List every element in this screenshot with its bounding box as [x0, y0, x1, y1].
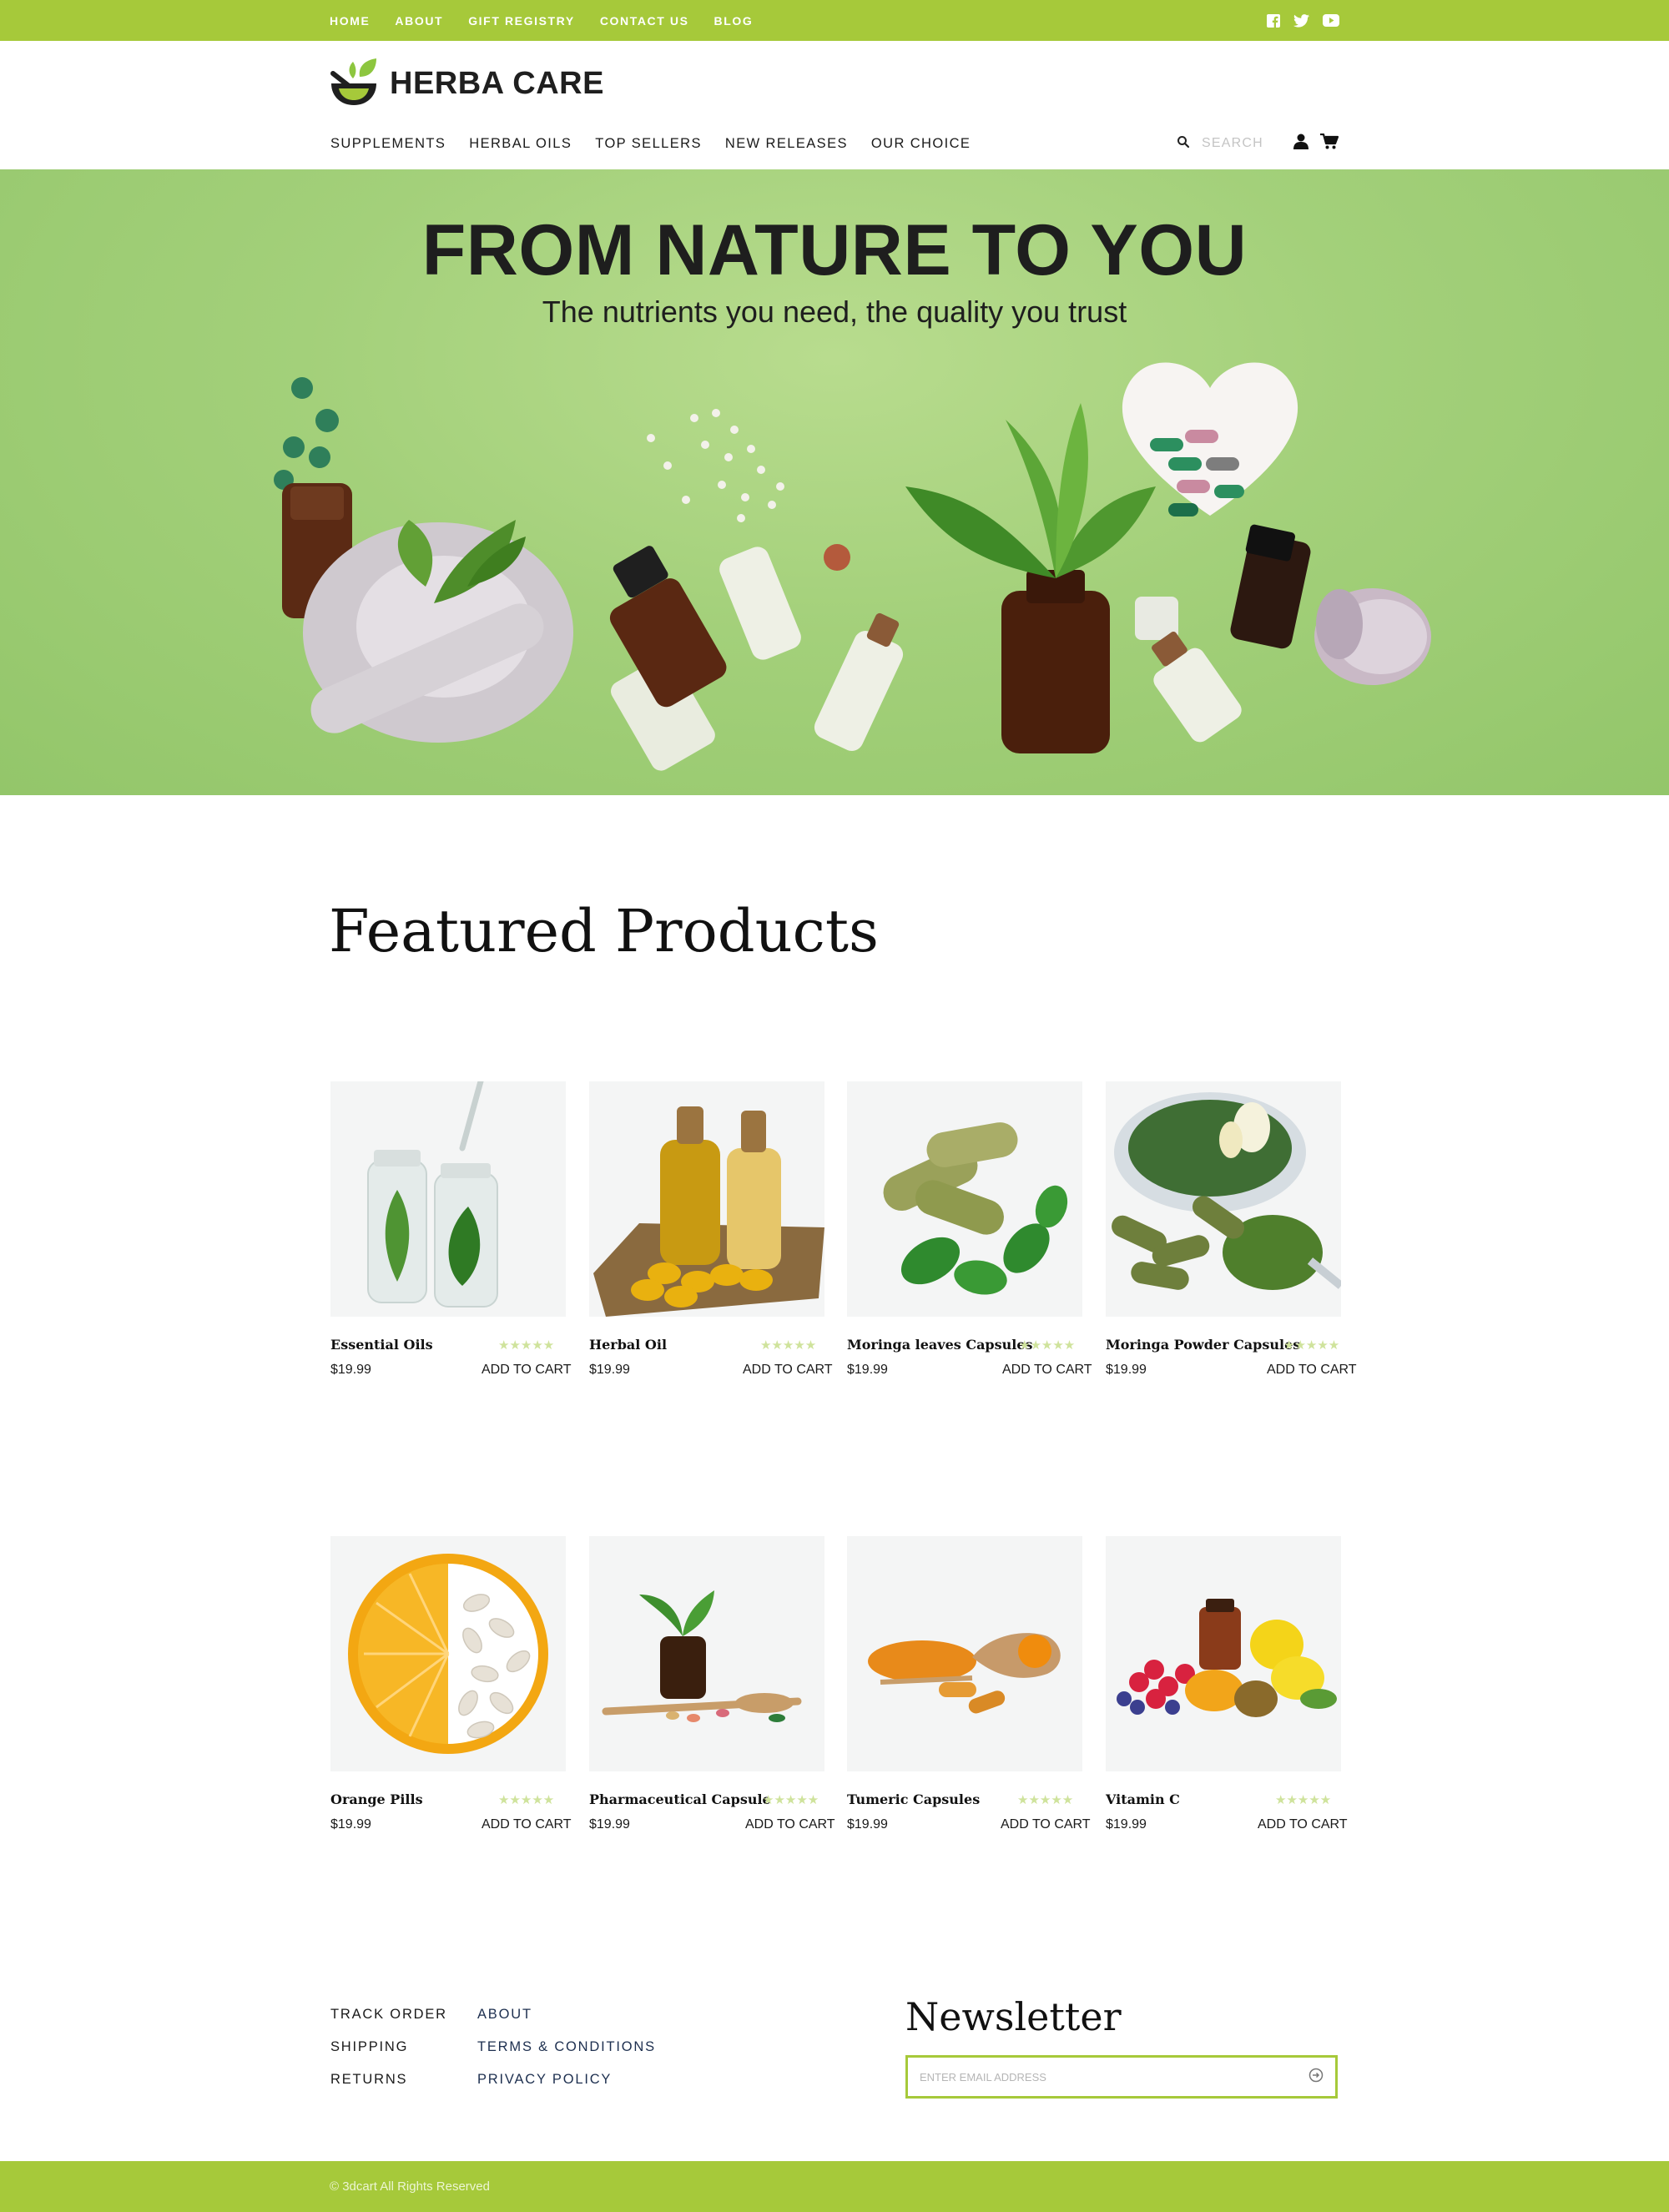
add-to-cart-button[interactable]: ADD TO CART [1267, 1363, 1357, 1378]
product-image-orange-pills[interactable] [330, 1536, 566, 1771]
product-card[interactable]: Moringa leaves Capsules ★★★★★ $19.99 ADD… [847, 1081, 1092, 1377]
product-name[interactable]: Moringa leaves Capsules [847, 1337, 1033, 1353]
rating-stars: ★★★★★ [1275, 1793, 1332, 1807]
top-nav: HOME ABOUT GIFT REGISTRY CONTACT US BLOG [330, 0, 753, 41]
top-link-home[interactable]: HOME [330, 14, 370, 28]
rating-stars: ★★★★★ [760, 1338, 817, 1353]
product-image-essential-oils[interactable] [330, 1081, 566, 1317]
rating-stars: ★★★★★ [498, 1338, 555, 1353]
newsletter-title: Newsletter [905, 1994, 1122, 2039]
nav-top-sellers[interactable]: TOP SELLERS [595, 136, 702, 152]
top-link-contact-us[interactable]: CONTACT US [600, 14, 689, 28]
top-link-gift-registry[interactable]: GIFT REGISTRY [468, 14, 575, 28]
rating-stars: ★★★★★ [498, 1793, 555, 1807]
mortar-pestle-icon [328, 55, 380, 113]
product-name[interactable]: Vitamin C [1106, 1791, 1180, 1807]
add-to-cart-button[interactable]: ADD TO CART [743, 1363, 833, 1378]
product-image-pharmaceutical-capsule[interactable] [589, 1536, 824, 1771]
user-icon[interactable] [1293, 134, 1308, 154]
logo-text: HERBA CARE [390, 66, 604, 101]
footer-links-left: TRACK ORDER SHIPPING RETURNS [330, 2007, 447, 2088]
product-name[interactable]: Pharmaceutical Capsule [589, 1791, 771, 1807]
rating-stars: ★★★★★ [1283, 1338, 1340, 1353]
product-card[interactable]: Tumeric Capsules ★★★★★ $19.99 ADD TO CAR… [847, 1536, 1091, 1832]
product-card[interactable]: Vitamin C ★★★★★ $19.99 ADD TO CART [1106, 1536, 1348, 1832]
footer-link-shipping[interactable]: SHIPPING [330, 2039, 447, 2055]
product-image-tumeric-capsules[interactable] [847, 1536, 1082, 1771]
rating-stars: ★★★★★ [1019, 1338, 1076, 1353]
arrow-right-circle-icon[interactable] [1308, 2068, 1324, 2087]
product-price: $19.99 [1106, 1363, 1147, 1377]
top-bar: HOME ABOUT GIFT REGISTRY CONTACT US BLOG [0, 0, 1669, 41]
newsletter-email-input[interactable] [920, 2070, 1308, 2084]
add-to-cart-button[interactable]: ADD TO CART [745, 1817, 835, 1832]
twitter-icon[interactable] [1293, 13, 1309, 28]
product-image-herbal-oil[interactable] [589, 1081, 824, 1317]
footer-link-privacy[interactable]: PRIVACY POLICY [477, 2072, 656, 2088]
product-card[interactable]: Pharmaceutical Capsule ★★★★★ $19.99 ADD … [589, 1536, 835, 1832]
search [1177, 135, 1268, 153]
footer-link-terms[interactable]: TERMS & CONDITIONS [477, 2039, 656, 2055]
search-input[interactable] [1202, 136, 1268, 151]
youtube-icon[interactable] [1323, 14, 1339, 27]
footer-links-right: ABOUT TERMS & CONDITIONS PRIVACY POLICY [477, 2007, 656, 2088]
product-price: $19.99 [589, 1817, 630, 1832]
rating-stars: ★★★★★ [763, 1793, 819, 1807]
add-to-cart-button[interactable]: ADD TO CART [482, 1363, 572, 1378]
product-price: $19.99 [847, 1363, 888, 1377]
bottom-bar: © 3dcart All Rights Reserved [0, 2161, 1669, 2212]
product-card[interactable]: Moringa Powder Capsules ★★★★★ $19.99 ADD… [1106, 1081, 1357, 1377]
search-icon[interactable] [1177, 135, 1190, 153]
add-to-cart-button[interactable]: ADD TO CART [1002, 1363, 1092, 1378]
facebook-icon[interactable] [1267, 13, 1280, 28]
product-name[interactable]: Moringa Powder Capsules [1106, 1337, 1300, 1353]
product-price: $19.99 [589, 1363, 630, 1377]
product-name[interactable]: Essential Oils [330, 1337, 433, 1353]
top-link-about[interactable]: ABOUT [395, 14, 443, 28]
product-image-vitamin-c[interactable] [1106, 1536, 1341, 1771]
footer-link-returns[interactable]: RETURNS [330, 2072, 447, 2088]
top-link-blog[interactable]: BLOG [714, 14, 754, 28]
add-to-cart-button[interactable]: ADD TO CART [1001, 1817, 1091, 1832]
product-card[interactable]: Herbal Oil ★★★★★ $19.99 ADD TO CART [589, 1081, 833, 1377]
nav-supplements[interactable]: SUPPLEMENTS [330, 136, 446, 152]
footer-link-about[interactable]: ABOUT [477, 2007, 656, 2023]
social-links [1267, 0, 1339, 41]
logo[interactable]: HERBA CARE [328, 55, 604, 113]
add-to-cart-button[interactable]: ADD TO CART [482, 1817, 572, 1832]
product-price: $19.99 [847, 1817, 888, 1832]
newsletter-form [905, 2055, 1338, 2099]
nav-herbal-oils[interactable]: HERBAL OILS [469, 136, 572, 152]
hero-title: FROM NATURE TO YOU [421, 210, 1248, 290]
hero-banner: FROM NATURE TO YOU The nutrients you nee… [0, 169, 1669, 795]
header-actions [1177, 133, 1339, 154]
main-nav: SUPPLEMENTS HERBAL OILS TOP SELLERS NEW … [330, 136, 971, 152]
copyright: © 3dcart All Rights Reserved [330, 2179, 490, 2194]
product-name[interactable]: Orange Pills [330, 1791, 423, 1807]
product-card[interactable]: Essential Oils ★★★★★ $19.99 ADD TO CART [330, 1081, 572, 1377]
hero-subtitle: The nutrients you need, the quality you … [542, 295, 1127, 329]
product-image-moringa-leaves[interactable] [847, 1081, 1082, 1317]
rating-stars: ★★★★★ [1017, 1793, 1074, 1807]
footer-link-track-order[interactable]: TRACK ORDER [330, 2007, 447, 2023]
product-price: $19.99 [330, 1363, 371, 1377]
product-price: $19.99 [330, 1817, 371, 1832]
nav-our-choice[interactable]: OUR CHOICE [871, 136, 971, 152]
nav-new-releases[interactable]: NEW RELEASES [725, 136, 848, 152]
product-name[interactable]: Tumeric Capsules [847, 1791, 980, 1807]
product-card[interactable]: Orange Pills ★★★★★ $19.99 ADD TO CART [330, 1536, 572, 1832]
cart-icon[interactable] [1320, 133, 1339, 154]
product-price: $19.99 [1106, 1817, 1147, 1832]
add-to-cart-button[interactable]: ADD TO CART [1258, 1817, 1348, 1832]
featured-title: Featured Products [329, 897, 879, 965]
product-image-moringa-powder[interactable] [1106, 1081, 1341, 1317]
product-name[interactable]: Herbal Oil [589, 1337, 667, 1353]
